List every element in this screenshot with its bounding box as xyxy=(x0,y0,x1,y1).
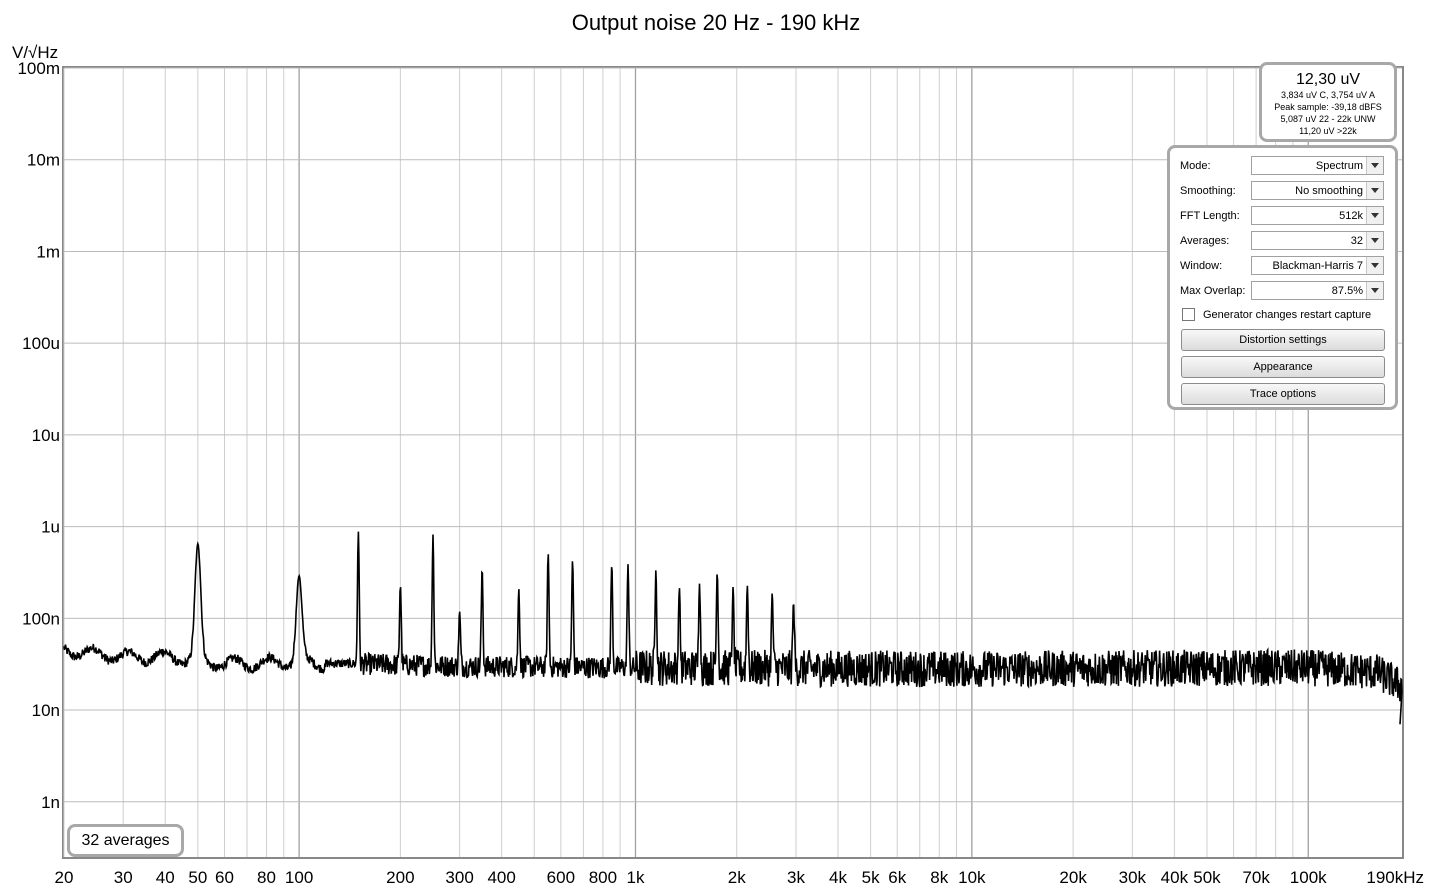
fft-length-row: FFT Length: 512k xyxy=(1180,206,1390,226)
appearance-button[interactable]: Appearance xyxy=(1181,356,1385,378)
x-tick-label: 4k xyxy=(829,868,847,887)
x-tick-label: 40 xyxy=(156,868,175,887)
x-tick-label: 100k xyxy=(1290,868,1327,887)
x-tick-label: 400 xyxy=(487,868,515,887)
x-tick-label: 50 xyxy=(188,868,207,887)
checkbox-icon[interactable] xyxy=(1182,308,1195,321)
y-tick-label: 10n xyxy=(32,701,60,720)
x-tick-label: 20k xyxy=(1059,868,1087,887)
averages-count-badge: 32 averages xyxy=(67,824,184,857)
fft-length-select[interactable]: 512k xyxy=(1251,206,1384,225)
mode-label: Mode: xyxy=(1180,160,1211,172)
x-tick-label: 8k xyxy=(930,868,948,887)
analyzer-controls-panel: Mode: Spectrum Smoothing: No smoothing F… xyxy=(1167,145,1398,410)
chevron-down-icon[interactable] xyxy=(1366,182,1383,199)
y-tick-label: 1m xyxy=(36,242,60,261)
weighted-noise-value: 3,834 uV C, 3,754 uV A xyxy=(1280,90,1376,100)
ultrasonic-noise-value: 11,20 uV >22k xyxy=(1299,126,1357,136)
chevron-down-icon[interactable] xyxy=(1366,207,1383,224)
x-tick-label: 100 xyxy=(285,868,313,887)
chevron-down-icon[interactable] xyxy=(1366,257,1383,274)
x-tick-label: 190kHz xyxy=(1366,868,1424,887)
x-tick-label: 20 xyxy=(55,868,74,887)
x-tick-label: 600 xyxy=(547,868,575,887)
x-tick-label: 60 xyxy=(215,868,234,887)
x-tick-label: 2k xyxy=(728,868,746,887)
peak-sample-value: Peak sample: -39,18 dBFS xyxy=(1274,102,1382,112)
max-overlap-label: Max Overlap: xyxy=(1180,285,1246,297)
unweighted-noise-value: 5,087 uV 22 - 22k UNW xyxy=(1280,114,1376,124)
x-tick-label: 6k xyxy=(888,868,906,887)
y-tick-label: 100m xyxy=(17,59,60,78)
averages-select[interactable]: 32 xyxy=(1251,231,1384,250)
x-tick-label: 300 xyxy=(445,868,473,887)
window-row: Window: Blackman-Harris 7 xyxy=(1180,256,1390,276)
window-label: Window: xyxy=(1180,260,1223,272)
x-tick-label: 10k xyxy=(958,868,986,887)
y-tick-label: 10u xyxy=(32,426,60,445)
chevron-down-icon[interactable] xyxy=(1366,232,1383,249)
x-tick-label: 70k xyxy=(1242,868,1270,887)
y-tick-label: 100u xyxy=(22,334,60,353)
y-tick-label: 1n xyxy=(41,793,60,812)
x-tick-label: 80 xyxy=(257,868,276,887)
x-tick-label: 30k xyxy=(1119,868,1147,887)
x-tick-label: 200 xyxy=(386,868,414,887)
x-tick-label: 50k xyxy=(1193,868,1221,887)
y-tick-label: 1u xyxy=(41,518,60,537)
smoothing-row: Smoothing: No smoothing xyxy=(1180,181,1390,201)
x-tick-label: 800 xyxy=(589,868,617,887)
x-tick-label: 3k xyxy=(787,868,805,887)
x-tick-label: 5k xyxy=(862,868,880,887)
mode-row: Mode: Spectrum xyxy=(1180,156,1390,176)
generator-restart-label: Generator changes restart capture xyxy=(1203,309,1372,321)
chevron-down-icon[interactable] xyxy=(1366,157,1383,174)
y-tick-label: 100n xyxy=(22,609,60,628)
total-noise-value: 12,30 uV xyxy=(1295,71,1361,88)
smoothing-label: Smoothing: xyxy=(1180,185,1236,197)
spectrum-chart: Output noise 20 Hz - 190 kHz V/√Hz 20 30 4… xyxy=(12,10,1424,887)
max-overlap-select[interactable]: 87.5% xyxy=(1251,281,1384,300)
trace-options-button[interactable]: Trace options xyxy=(1181,383,1385,405)
level-meter-panel: 12,30 uV 3,834 uV C, 3,754 uV A Peak sam… xyxy=(1259,62,1397,142)
x-tick-label: 40k xyxy=(1161,868,1189,887)
averages-label: Averages: xyxy=(1180,235,1230,247)
x-tick-label: 1k xyxy=(627,868,645,887)
chart-title: Output noise 20 Hz - 190 kHz xyxy=(572,10,861,35)
smoothing-select[interactable]: No smoothing xyxy=(1251,181,1384,200)
mode-select[interactable]: Spectrum xyxy=(1251,156,1384,175)
max-overlap-row: Max Overlap: 87.5% xyxy=(1180,281,1390,301)
x-tick-label: 30 xyxy=(114,868,133,887)
window-select[interactable]: Blackman-Harris 7 xyxy=(1251,256,1384,275)
distortion-settings-button[interactable]: Distortion settings xyxy=(1181,329,1385,351)
fft-length-label: FFT Length: xyxy=(1180,210,1240,222)
chevron-down-icon[interactable] xyxy=(1366,282,1383,299)
y-tick-label: 10m xyxy=(27,151,60,170)
averages-row: Averages: 32 xyxy=(1180,231,1390,251)
